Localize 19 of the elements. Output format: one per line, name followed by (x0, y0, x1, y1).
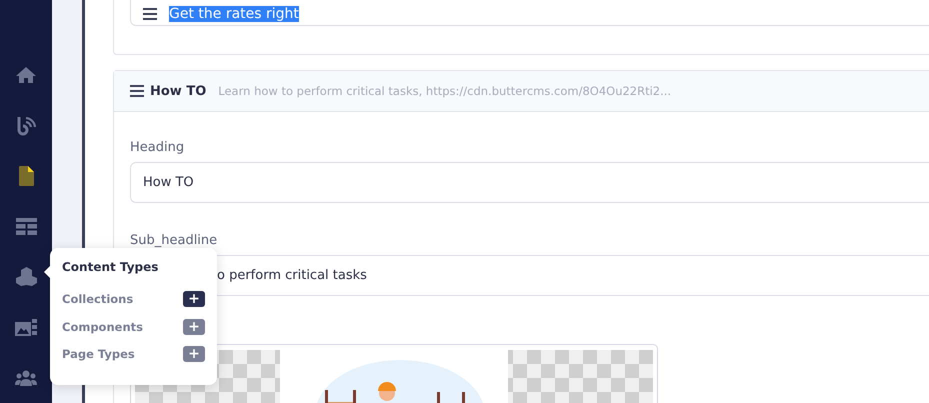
menu-icon[interactable] (130, 85, 144, 97)
users-icon[interactable] (15, 370, 37, 386)
input-field[interactable]: How TO (130, 162, 929, 203)
add-button[interactable]: + (183, 318, 205, 334)
menu-icon[interactable] (143, 8, 157, 20)
section-summary: Learn how to perform critical tasks, https://cdn.buttercms.com/8O4Ou22Rti2... (218, 84, 672, 98)
menu-item[interactable]: Collections (62, 292, 134, 306)
blog-icon[interactable] (16, 114, 36, 137)
home-icon[interactable] (15, 66, 37, 84)
table-icon[interactable] (16, 218, 36, 235)
media-icon[interactable] (15, 318, 37, 337)
field-label: Sub_headline (130, 233, 218, 248)
selected-text: Get the rates right (169, 6, 299, 22)
menu-item[interactable]: Page Types (62, 347, 135, 362)
field-label: Heading (130, 140, 186, 155)
document-icon[interactable] (18, 166, 34, 186)
add-button[interactable]: + (183, 346, 205, 362)
menu-item[interactable]: Components (62, 320, 143, 334)
section-title: How TO (150, 84, 206, 98)
